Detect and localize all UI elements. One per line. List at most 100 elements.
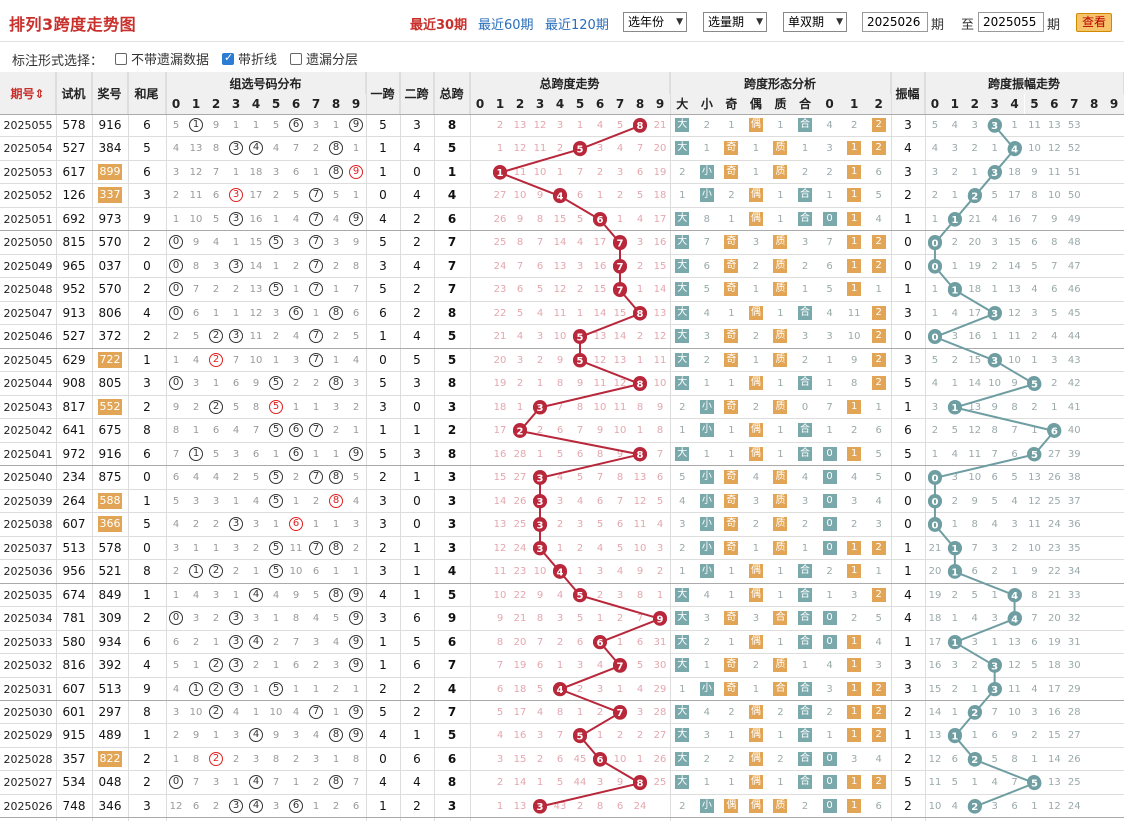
span-trend-miss: 5 — [536, 683, 544, 695]
span-two: 4 — [413, 141, 421, 156]
grp-cell: 3 — [246, 607, 266, 630]
span-trend-cell: 3 — [630, 701, 650, 724]
amp-trend-ball: 4 — [1007, 611, 1022, 626]
shape-miss: 4 — [826, 307, 833, 319]
grp-cell: 1 — [186, 678, 206, 701]
shape-cell: 1 — [768, 631, 793, 654]
shape-cell: 偶 — [744, 443, 769, 466]
amp-trend-miss: 20 — [968, 237, 982, 249]
shape-cell: 2 — [866, 372, 891, 395]
shape-cell: 小 — [695, 184, 720, 207]
period-link-120[interactable]: 最近120期 — [545, 14, 609, 33]
span-trend-cell: 4 — [630, 208, 650, 231]
prize-number: 899 — [92, 161, 128, 184]
period-link-30[interactable]: 最近30期 — [410, 14, 467, 33]
span-total: 8 — [447, 446, 457, 461]
grp-cell: 5 — [266, 466, 286, 489]
grp-miss: 3 — [252, 519, 260, 531]
grp-miss: 9 — [192, 237, 200, 249]
header-span-digit-4: 4 — [550, 94, 570, 114]
span-trend-cell: 2 — [510, 419, 530, 442]
span-trend-ball: 8 — [633, 118, 647, 132]
period-link-60[interactable]: 最近60期 — [478, 14, 534, 33]
shape-miss: 3 — [801, 495, 809, 507]
span-two: 4 — [413, 329, 421, 344]
amplitude: 0 — [904, 517, 912, 532]
grp-cell: 5 — [266, 231, 286, 254]
span-trend-cell: 15 — [590, 278, 610, 301]
span-trend-miss: 12 — [593, 354, 607, 366]
span-trend-miss: 2 — [636, 260, 644, 272]
query-button[interactable]: 查看 — [1076, 13, 1112, 32]
option-layered[interactable]: 遗漏分层 — [290, 49, 358, 68]
amp-trend-miss: 31 — [1067, 636, 1081, 648]
amp-trend-cell: 42 — [1064, 372, 1084, 395]
grp-miss: 5 — [292, 190, 300, 202]
to-issue-input[interactable]: 2025055 — [978, 12, 1044, 32]
checkbox-no-miss[interactable] — [115, 52, 127, 65]
grp-miss: 6 — [192, 800, 200, 812]
checkbox-with-line[interactable] — [222, 51, 234, 65]
amp-trend-miss: 8 — [971, 519, 978, 531]
year-select[interactable]: 选年份 — [623, 12, 687, 32]
from-issue-input[interactable]: 2025026 — [862, 12, 928, 32]
amp-trend-miss: 8 — [1011, 753, 1018, 765]
span-trend-cell: 17 — [650, 208, 670, 231]
amp-trend-cell: 10 — [1005, 349, 1025, 372]
shape-cell: 1 — [695, 654, 720, 677]
shape-cell: 2 — [866, 137, 891, 160]
grp-cell: 3 — [286, 231, 306, 254]
grp-miss: 11 — [189, 190, 203, 202]
issue-number: 2025029 — [3, 729, 53, 743]
amp-trend-miss: 34 — [1067, 566, 1081, 578]
span-trend-cell: 2 — [590, 584, 610, 607]
checkbox-layered[interactable] — [290, 52, 302, 65]
sum-tail: 6 — [143, 164, 151, 179]
issue-number: 2025043 — [3, 400, 53, 414]
amp-trend-cell: 1 — [945, 724, 965, 747]
amp-trend-cell: 1 — [945, 701, 965, 724]
grp-hit-ball: 0 — [169, 282, 183, 297]
span-trend-cell: 6 — [590, 748, 610, 771]
shape-cell: 2 — [866, 231, 891, 254]
span-trend-cell: 13 — [630, 466, 650, 489]
amp-trend-miss: 6 — [1011, 800, 1018, 812]
shape-miss: 1 — [826, 354, 833, 366]
parity-select[interactable]: 单双期 — [783, 12, 847, 32]
option-with-line[interactable]: 带折线 — [222, 49, 277, 68]
grp-miss: 6 — [252, 448, 260, 460]
span-trend-cell: 26 — [490, 208, 510, 231]
grp-miss: 1 — [252, 707, 260, 718]
span-trend-cell: 2 — [510, 372, 530, 395]
shape-tag: 质 — [773, 540, 788, 555]
span-one: 3 — [379, 399, 387, 414]
grp-cell: 1 — [206, 537, 226, 560]
header-issue[interactable]: 期号⇕ — [0, 72, 56, 114]
amp-trend-cell: 30 — [1064, 654, 1084, 677]
grp-cell: 1 — [186, 537, 206, 560]
span-trend-miss: 2 — [536, 354, 544, 366]
grp-hit-ball: 5 — [269, 282, 283, 297]
period-count-select[interactable]: 选量期 — [703, 12, 767, 32]
span-trend-cell: 14 — [510, 771, 530, 794]
amp-trend-miss: 7 — [971, 542, 978, 554]
test-number: 965 — [62, 258, 86, 273]
amp-trend-miss: 13 — [968, 401, 982, 413]
grp-cell: 1 — [206, 302, 226, 325]
grp-cell: 8 — [326, 490, 346, 513]
grp-cell: 9 — [206, 114, 226, 137]
prize-number: 675 — [98, 423, 122, 438]
span-trend-miss: 6 — [516, 284, 524, 296]
span-trend-cell: 1 — [490, 795, 510, 818]
shape-miss: 3 — [801, 237, 809, 249]
span-trend-miss: 9 — [576, 378, 584, 390]
shape-tag: 奇 — [724, 352, 739, 367]
amp-trend-miss: 33 — [1067, 589, 1081, 601]
option-no-miss[interactable]: 不带遗漏数据 — [115, 49, 209, 68]
amp-trend-cell: 19 — [1044, 631, 1064, 654]
shape-cell: 大 — [670, 114, 695, 137]
amp-trend-miss: 6 — [951, 753, 959, 765]
span-trend-cell: 2 — [610, 607, 630, 630]
shape-tag: 奇 — [724, 681, 739, 696]
amplitude: 1 — [904, 634, 912, 649]
